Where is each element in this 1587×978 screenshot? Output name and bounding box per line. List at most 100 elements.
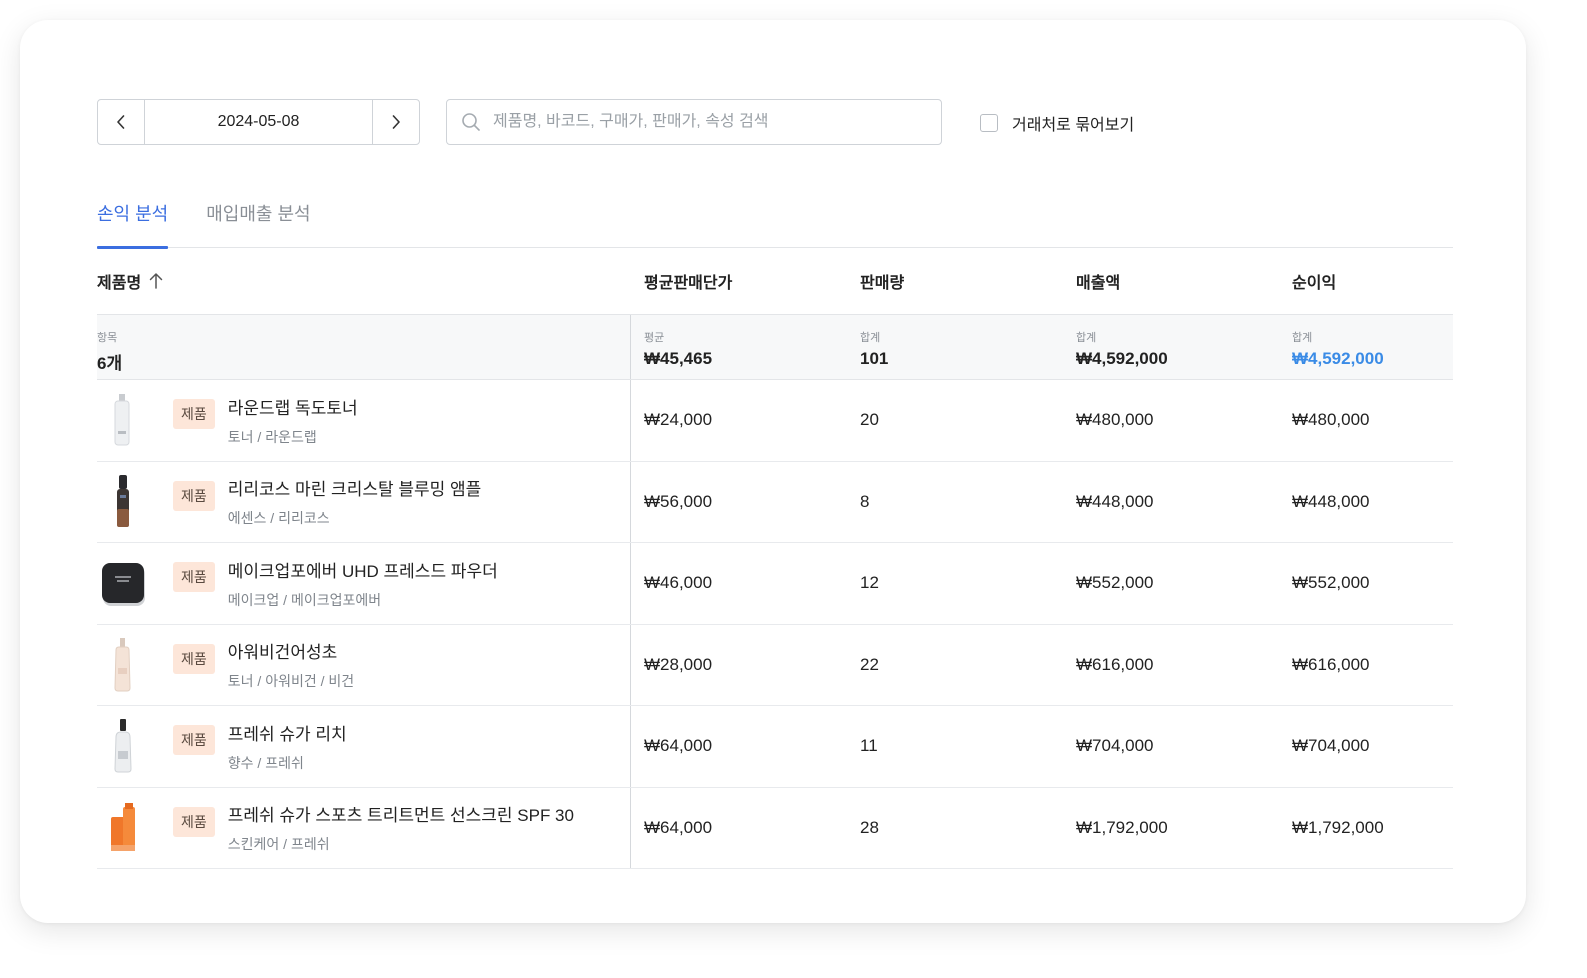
sales-cell: ₩480,000 — [1076, 410, 1154, 430]
avg-price-cell: ₩28,000 — [644, 654, 713, 674]
product-info: 프레쉬 슈가 리치 향수 / 프레쉬 — [228, 720, 347, 773]
product-cell: 제품 프레쉬 슈가 스포츠 트리트먼트 선스크린 SPF 30 스킨케어 / 프… — [97, 787, 631, 868]
product-thumbnail — [97, 799, 149, 857]
profit-table: 제품명 평균판매단가 판매량 매출액 순이익 항목 6개 평균 ₩45,465 … — [97, 248, 1453, 869]
quantity-cell: 22 — [860, 654, 879, 674]
table-row[interactable]: 제품 리리코스 마린 크리스탈 블루밍 앰플 에센스 / 리리코스 ₩56,00… — [97, 461, 1453, 543]
summary-items-value: 6개 — [97, 354, 123, 373]
header-avg-price[interactable]: 평균판매단가 — [631, 269, 847, 293]
avg-price-cell: ₩46,000 — [644, 573, 713, 593]
product-category: 에센스 / 리리코스 — [227, 510, 330, 527]
sales-cell: ₩552,000 — [1076, 573, 1154, 593]
product-thumbnail — [97, 636, 149, 694]
date-picker: 2024-05-08 — [97, 99, 420, 145]
sunscreen-tube-icon — [111, 802, 135, 851]
sales-cell: ₩616,000 — [1076, 654, 1154, 674]
profit-cell: ₩704,000 — [1292, 736, 1370, 756]
product-info: 메이크업포에버 UHD 프레스드 파우더 메이크업 / 메이크업포에버 — [228, 557, 498, 610]
product-info: 라운드랩 독도토너 토너 / 라운드랩 — [228, 394, 358, 447]
product-name[interactable]: 프레쉬 슈가 리치 — [228, 720, 347, 745]
summary-profit-value: ₩4,592,000 — [1292, 349, 1384, 368]
sales-cell: ₩1,792,000 — [1076, 817, 1168, 837]
tab-profit-analysis[interactable]: 손익 분석 — [97, 198, 169, 249]
summary-avg-label: 평균 — [644, 332, 665, 344]
header-product-name[interactable]: 제품명 — [97, 269, 631, 293]
product-cell: 제품 아워비건어성초 토너 / 아워비건 / 비건 — [97, 624, 631, 705]
summary-avg-value: ₩45,465 — [644, 349, 713, 368]
perfume-bottle-icon — [114, 719, 132, 773]
quantity-cell: 20 — [860, 410, 879, 430]
avg-price-cell: ₩64,000 — [644, 736, 713, 756]
summary-qty: 합계 101 — [847, 315, 1063, 379]
summary-items: 항목 6개 — [97, 315, 631, 379]
header-sales[interactable]: 매출액 — [1063, 269, 1279, 293]
profit-cell: ₩616,000 — [1292, 654, 1370, 674]
tab-purchase-sales-analysis[interactable]: 매입매출 분석 — [206, 198, 310, 248]
table-row[interactable]: 제품 메이크업포에버 UHD 프레스드 파우더 메이크업 / 메이크업포에버 ₩… — [97, 543, 1453, 625]
product-info: 프레쉬 슈가 스포츠 트리트먼트 선스크린 SPF 30 스킨케어 / 프레쉬 — [228, 801, 574, 854]
quantity-cell: 11 — [860, 736, 878, 756]
group-by-vendor-checkbox[interactable] — [980, 114, 998, 132]
table-header-row: 제품명 평균판매단가 판매량 매출액 순이익 — [97, 248, 1453, 314]
summary-avg: 평균 ₩45,465 — [631, 315, 847, 379]
group-by-vendor-label: 거래처로 묶어보기 — [1012, 117, 1135, 134]
product-type-badge: 제품 — [173, 643, 215, 674]
toner-bottle-icon — [114, 394, 130, 446]
prev-date-button[interactable] — [98, 100, 145, 144]
product-type-badge: 제품 — [173, 562, 215, 592]
quantity-cell: 8 — [860, 491, 870, 511]
product-name[interactable]: 프레쉬 슈가 스포츠 트리트먼트 선스크린 SPF 30 — [228, 801, 574, 826]
summary-profit: 합계 ₩4,592,000 — [1279, 315, 1453, 379]
product-name[interactable]: 라운드랩 독도토너 — [228, 394, 358, 419]
summary-qty-label: 합계 — [860, 332, 881, 344]
product-info: 아워비건어성초 토너 / 아워비건 / 비건 — [228, 638, 354, 691]
profit-cell: ₩448,000 — [1292, 491, 1370, 511]
table-row[interactable]: 제품 프레쉬 슈가 스포츠 트리트먼트 선스크린 SPF 30 스킨케어 / 프… — [97, 787, 1453, 869]
sales-cell: ₩448,000 — [1076, 491, 1154, 511]
summary-row: 항목 6개 평균 ₩45,465 합계 101 합계 ₩4,592,000 합계… — [97, 314, 1453, 380]
product-cell: 제품 메이크업포에버 UHD 프레스드 파우더 메이크업 / 메이크업포에버 — [97, 543, 631, 624]
product-category: 향수 / 프레쉬 — [227, 754, 304, 771]
product-category: 메이크업 / 메이크업포에버 — [227, 591, 382, 608]
quantity-cell: 28 — [860, 817, 879, 837]
product-name[interactable]: 리리코스 마린 크리스탈 블루밍 앰플 — [228, 475, 482, 500]
product-category: 스킨케어 / 프레쉬 — [227, 836, 330, 853]
chevron-left-icon — [117, 115, 125, 129]
product-cell: 제품 라운드랩 독도토너 토너 / 라운드랩 — [97, 380, 631, 461]
summary-sales: 합계 ₩4,592,000 — [1063, 315, 1279, 379]
toner-bottle-pink-icon — [114, 637, 131, 692]
analysis-tabs: 손익 분석 매입매출 분석 — [97, 198, 1453, 249]
product-info: 리리코스 마린 크리스탈 블루밍 앰플 에센스 / 리리코스 — [228, 475, 482, 528]
product-thumbnail — [97, 717, 149, 775]
table-row[interactable]: 제품 아워비건어성초 토너 / 아워비건 / 비건 ₩28,000 22 ₩61… — [97, 624, 1453, 706]
header-profit[interactable]: 순이익 — [1279, 269, 1453, 293]
profit-cell: ₩480,000 — [1292, 410, 1370, 430]
powder-compact-icon — [102, 563, 145, 607]
table-row[interactable]: 제품 프레쉬 슈가 리치 향수 / 프레쉬 ₩64,000 11 ₩704,00… — [97, 706, 1453, 788]
profit-cell: ₩552,000 — [1292, 573, 1370, 593]
product-cell: 제품 리리코스 마린 크리스탈 블루밍 앰플 에센스 / 리리코스 — [97, 461, 631, 542]
header-product-name-label: 제품명 — [97, 275, 142, 292]
avg-price-cell: ₩56,000 — [644, 491, 713, 511]
product-cell: 제품 프레쉬 슈가 리치 향수 / 프레쉬 — [97, 706, 631, 787]
avg-price-cell: ₩24,000 — [644, 410, 713, 430]
product-type-badge: 제품 — [173, 725, 215, 755]
sales-cell: ₩704,000 — [1076, 736, 1154, 756]
product-name[interactable]: 아워비건어성초 — [228, 638, 354, 663]
product-name[interactable]: 메이크업포에버 UHD 프레스드 파우더 — [228, 557, 498, 582]
product-type-badge: 제품 — [173, 480, 215, 511]
summary-qty-value: 101 — [860, 349, 889, 368]
search-input[interactable] — [493, 113, 913, 131]
date-value[interactable]: 2024-05-08 — [145, 100, 372, 144]
header-quantity[interactable]: 판매량 — [847, 269, 1063, 293]
next-date-button[interactable] — [372, 100, 419, 144]
chevron-right-icon — [392, 115, 400, 129]
product-thumbnail — [97, 554, 149, 612]
group-by-vendor-toggle[interactable]: 거래처로 묶어보기 — [980, 111, 1134, 135]
profit-cell: ₩1,792,000 — [1292, 817, 1384, 837]
product-category: 토너 / 라운드랩 — [227, 428, 317, 445]
quantity-cell: 12 — [860, 573, 879, 593]
table-row[interactable]: 제품 라운드랩 독도토너 토너 / 라운드랩 ₩24,000 20 ₩480,0… — [97, 380, 1453, 462]
search-icon — [462, 113, 480, 131]
summary-profit-label: 합계 — [1292, 332, 1313, 344]
